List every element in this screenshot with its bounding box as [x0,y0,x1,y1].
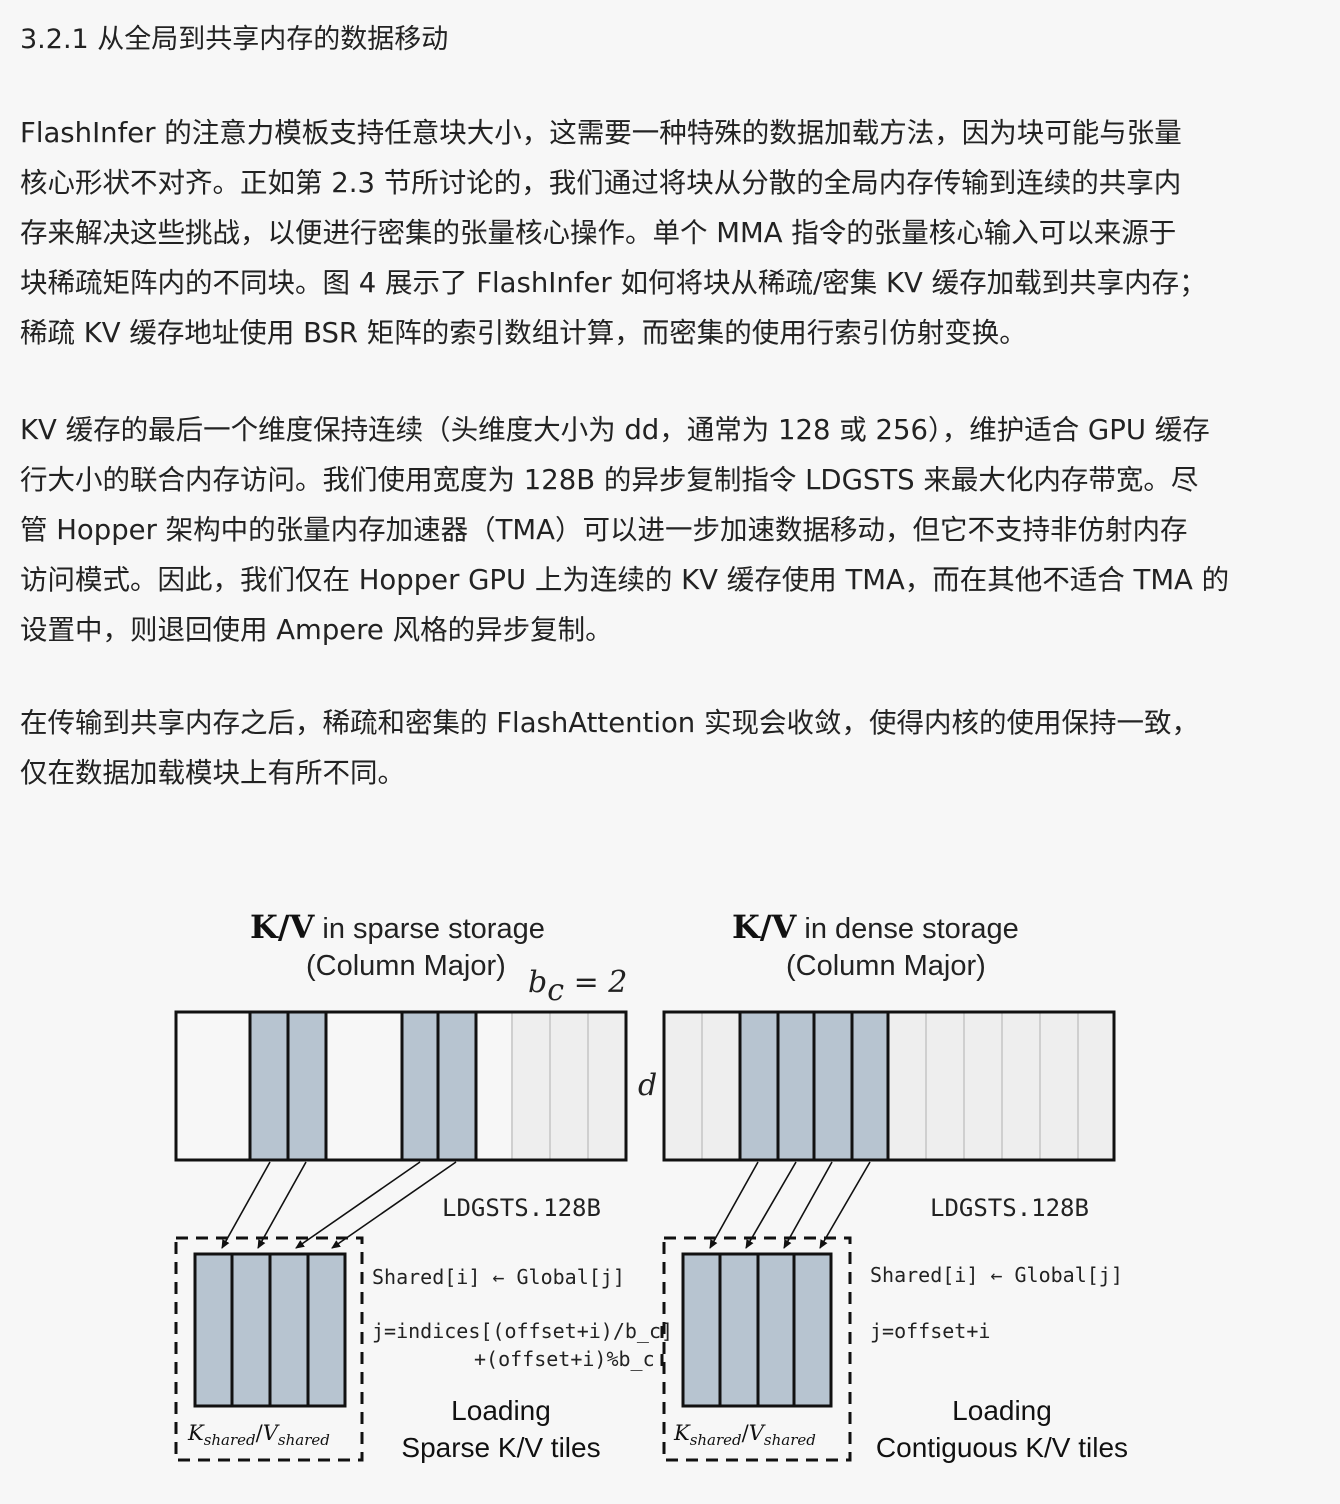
kv-loading-figure: K/V in sparse storage (Column Major) bc … [0,880,1340,1500]
section-heading: 3.2.1 从全局到共享内存的数据移动 [20,24,449,55]
sparse-storage-title: K/V in sparse storage [250,908,545,946]
paragraph-3: 在传输到共享内存之后，稀疏和密集的 FlashAttention 实现会收敛，使… [20,698,1320,798]
paragraph-1-line: 块稀疏矩阵内的不同块。图 4 展示了 FlashInfer 如何将块从稀疏/密集… [20,267,1207,299]
sparse-block-column [402,1012,438,1160]
sparse-caption-line-2: Sparse K/V tiles [401,1432,600,1463]
sparse-block-column [438,1012,476,1160]
paragraph-1: FlashInfer 的注意力模板支持任意块大小，这需要一种特殊的数据加载方法，… [20,108,1320,358]
sparse-code-line-3: +(offset+i)%b_c [474,1347,655,1371]
sparse-caption-line-1: Loading [451,1395,551,1426]
dense-global-storage [662,1010,1116,1162]
dense-code-line-1: Shared[i] ← Global[j] [870,1263,1123,1287]
paragraph-2-line: 管 Hopper 架构中的张量内存加速器（TMA）可以进一步加速数据移动，但它不… [20,514,1188,546]
dense-storage-subtitle: (Column Major) [786,950,986,982]
paragraph-1-line: 存来解决这些挑战，以便进行密集的张量核心操作。单个 MMA 指令的张量核心输入可… [20,217,1177,249]
head-dim-label: d [638,1068,657,1103]
sparse-block-column [288,1012,326,1160]
sparse-load-arrows [221,1161,457,1249]
paragraph-3-line: 仅在数据加载模块上有所不同。 [20,757,405,789]
sparse-code-line-2: j=indices[(offset+i)/b_c] [372,1319,673,1343]
sparse-shared-label: Kshared/Vshared [187,1421,330,1449]
paragraph-1-line: 核心形状不对齐。正如第 2.3 节所讨论的，我们通过将块从分散的全局内存传输到连… [20,167,1182,199]
paragraph-1-line: 稀疏 KV 缓存地址使用 BSR 矩阵的索引数组计算，而密集的使用行索引仿射变换… [20,317,1027,349]
sparse-code-line-1: Shared[i] ← Global[j] [372,1265,625,1289]
paragraph-2: KV 缓存的最后一个维度保持连续（头维度大小为 dd，通常为 128 或 256… [20,405,1320,655]
dense-caption-line-2: Contiguous K/V tiles [876,1432,1128,1463]
sparse-block-column [250,1012,288,1160]
sparse-instruction-label: LDGSTS.128B [442,1194,601,1222]
sparse-unused-region [512,1012,626,1160]
dense-load-arrows [709,1161,871,1249]
kv-loading-diagram: K/V in sparse storage (Column Major) bc … [174,908,1128,1463]
paragraph-3-line: 在传输到共享内存之后，稀疏和密集的 FlashAttention 实现会收敛，使… [20,707,1199,739]
paragraph-1-line: FlashInfer 的注意力模板支持任意块大小，这需要一种特殊的数据加载方法，… [20,117,1182,149]
sparse-global-storage [174,1010,628,1162]
sparse-storage-subtitle: (Column Major) [306,950,506,982]
paragraph-2-line: KV 缓存的最后一个维度保持连续（头维度大小为 dd，通常为 128 或 256… [20,414,1210,446]
paragraph-2-line: 行大小的联合内存访问。我们使用宽度为 128B 的异步复制指令 LDGSTS 来… [20,464,1199,496]
paragraph-2-line: 设置中，则退回使用 Ampere 风格的异步复制。 [20,614,613,646]
dense-caption-line-1: Loading [952,1395,1052,1426]
dense-instruction-label: LDGSTS.128B [930,1194,1089,1222]
dense-code-line-2: j=offset+i [870,1319,990,1343]
block-size-label: bc = 2 [528,965,627,1008]
dense-storage-title: K/V in dense storage [732,908,1019,946]
dense-shared-label: Kshared/Vshared [673,1421,816,1449]
paragraph-2-line: 访问模式。因此，我们仅在 Hopper GPU 上为连续的 KV 缓存使用 TM… [20,564,1230,596]
